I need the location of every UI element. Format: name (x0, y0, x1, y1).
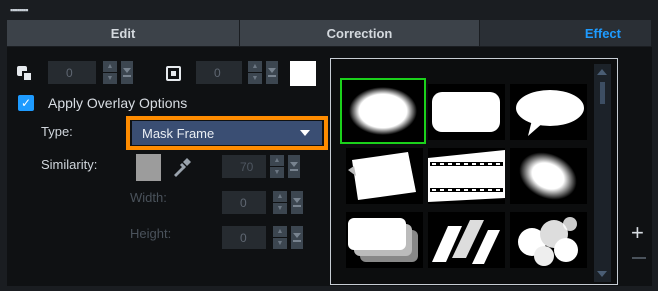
width-label: Width: (130, 190, 167, 205)
similarity-color-swatch[interactable] (136, 154, 161, 181)
bar-icon (268, 75, 276, 77)
tab-bar: Edit Correction Effect (7, 20, 652, 46)
frame-value-field[interactable]: 0 (196, 61, 242, 84)
speech-bubble-mask-icon (516, 90, 584, 136)
copy-icon (17, 66, 33, 82)
mask-thumb-bubbles[interactable] (510, 212, 587, 268)
bar-icon (293, 205, 301, 207)
scroll-up-icon[interactable] (597, 69, 607, 75)
height-field[interactable]: 0 (222, 226, 266, 249)
add-mask-button[interactable]: + (631, 222, 644, 244)
stepper-down-icon[interactable]: ▼ (103, 73, 117, 84)
mask-thumb-slanted-bars[interactable] (428, 212, 505, 268)
mask-thumb-soft-oval[interactable] (510, 148, 587, 204)
similarity-stepper[interactable]: ▲ ▼ (270, 155, 284, 178)
height-stepper[interactable]: ▲ ▼ (273, 226, 287, 249)
stepper-up-icon[interactable]: ▲ (273, 226, 287, 237)
bar-icon (293, 240, 301, 242)
stepper-up-icon[interactable]: ▲ (103, 61, 117, 72)
stepper-down-icon[interactable]: ▼ (248, 73, 262, 84)
bar-icon (290, 169, 298, 171)
copy-value-stepper[interactable]: ▲ ▼ (103, 61, 117, 84)
scroll-down-icon[interactable] (597, 271, 607, 277)
chevron-down-icon (290, 162, 298, 167)
eyedropper-icon[interactable] (171, 156, 193, 178)
frame-value-stepper[interactable]: ▲ ▼ (248, 61, 262, 84)
apply-overlay-label: Apply Overlay Options (48, 95, 188, 111)
stepper-down-icon[interactable]: ▼ (270, 167, 284, 178)
copy-value-field[interactable]: 0 (48, 61, 96, 84)
remove-mask-button[interactable] (632, 257, 646, 259)
oval-mask-icon (349, 87, 417, 135)
mask-thumb-paper[interactable] (346, 148, 423, 204)
mask-thumb-speech-bubble[interactable] (510, 84, 587, 140)
bubbles-mask-icon (518, 217, 578, 266)
stepper-up-icon[interactable]: ▲ (248, 61, 262, 72)
type-label: Type: (41, 124, 73, 139)
width-dropdown[interactable] (291, 191, 303, 214)
stepper-down-icon[interactable]: ▼ (273, 203, 287, 214)
chevron-down-icon (123, 68, 131, 73)
tab-effect[interactable]: Effect (480, 20, 652, 46)
mask-thumb-film-strip[interactable] (428, 148, 505, 204)
chevron-down-icon (293, 198, 301, 203)
stepper-down-icon[interactable]: ▼ (273, 238, 287, 249)
chevron-down-icon (300, 130, 310, 136)
film-strip-mask-icon (428, 150, 505, 202)
copy-value-dropdown[interactable] (121, 61, 133, 84)
mask-thumb-rounded-rect[interactable] (428, 84, 505, 140)
apply-overlay-checkbox[interactable]: ✓ (18, 95, 34, 111)
soft-oval-mask-icon (519, 152, 577, 200)
drag-grip-icon[interactable]: ▪▪▪▪▪▪▪▪ (10, 6, 50, 15)
width-field[interactable]: 0 (222, 191, 266, 214)
width-stepper[interactable]: ▲ ▼ (273, 191, 287, 214)
similarity-dropdown[interactable] (288, 155, 300, 178)
similarity-label: Similarity: (41, 157, 98, 172)
frame-color-swatch[interactable] (290, 61, 316, 86)
stepper-up-icon[interactable]: ▲ (273, 191, 287, 202)
frame-value-dropdown[interactable] (266, 61, 278, 84)
stacked-frames-mask-icon (348, 218, 418, 262)
bar-icon (123, 75, 131, 77)
stepper-up-icon[interactable]: ▲ (270, 155, 284, 166)
mask-browser-scrollbar[interactable] (594, 64, 611, 282)
slanted-bars-mask-icon (432, 220, 500, 264)
height-label: Height: (130, 226, 172, 241)
chevron-down-icon (293, 233, 301, 238)
height-dropdown[interactable] (291, 226, 303, 249)
mask-thumb-stacked-frames[interactable] (346, 212, 423, 268)
mask-thumb-oval[interactable] (340, 78, 426, 144)
frame-icon (166, 66, 181, 81)
similarity-field[interactable]: 70 (222, 155, 266, 178)
chevron-down-icon (268, 68, 276, 73)
type-select-value: Mask Frame (142, 125, 215, 141)
tab-edit[interactable]: Edit (7, 20, 240, 46)
type-select[interactable]: Mask Frame (132, 121, 322, 145)
tab-correction[interactable]: Correction (240, 20, 480, 46)
overlay-options-panel: ▪▪▪▪▪▪▪▪ Edit Correction Effect 0 ▲ ▼ 0 ▲… (0, 0, 658, 291)
paper-mask-icon (348, 152, 416, 200)
rounded-rect-mask-icon (432, 92, 500, 132)
scrollbar-thumb[interactable] (600, 82, 605, 104)
